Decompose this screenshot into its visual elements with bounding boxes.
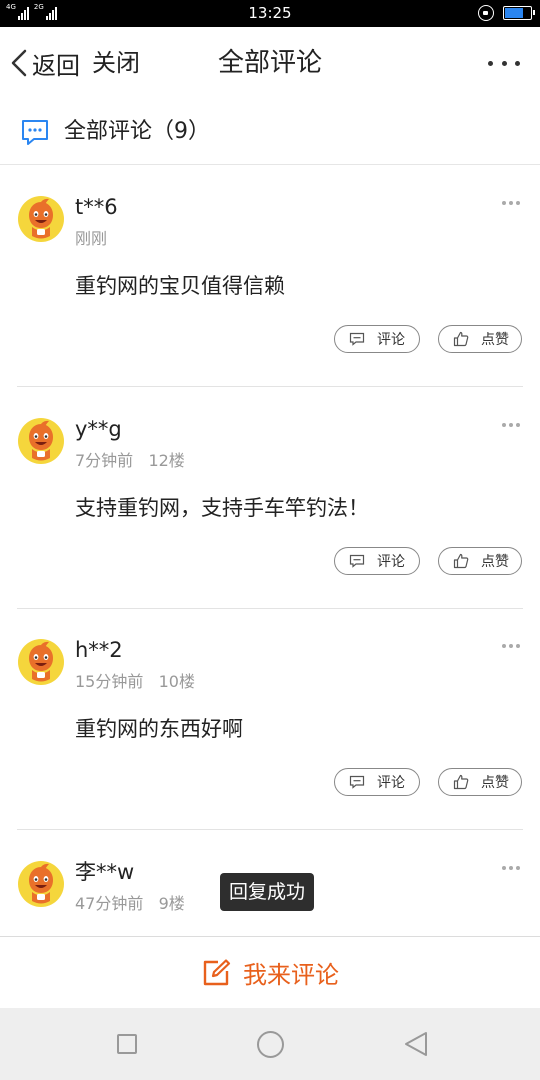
comment-icon bbox=[349, 775, 365, 789]
home-icon[interactable] bbox=[257, 1031, 284, 1058]
back-button[interactable]: 返回 bbox=[10, 47, 80, 80]
avatar[interactable] bbox=[18, 639, 64, 685]
comment-bubble-icon bbox=[22, 120, 48, 145]
write-comment-button[interactable]: 我来评论 bbox=[0, 936, 540, 1008]
comment-text: 重钓网的宝贝值得信赖 bbox=[75, 274, 285, 298]
like-button[interactable]: 点赞 bbox=[438, 325, 522, 353]
page-title: 全部评论 bbox=[217, 48, 322, 78]
reply-button[interactable]: 评论 bbox=[334, 325, 420, 353]
comment-username: y**g bbox=[75, 417, 122, 441]
toast-message: 回复成功 bbox=[220, 873, 315, 911]
comment-item: y**g 7分钟前 12楼 支持重钓网，支持手车竿钓法！ 评论 点赞 bbox=[0, 387, 540, 609]
comment-meta: 刚刚 bbox=[75, 229, 108, 248]
recent-apps-icon[interactable] bbox=[117, 1034, 137, 1054]
reply-label: 评论 bbox=[377, 332, 405, 348]
like-button[interactable]: 点赞 bbox=[438, 768, 522, 796]
system-nav-bar bbox=[0, 1008, 540, 1080]
like-label: 点赞 bbox=[481, 554, 509, 570]
section-title: 全部评论（9） bbox=[64, 119, 210, 144]
system-back-icon[interactable] bbox=[402, 1030, 430, 1058]
comment-text: 重钓网的东西好啊 bbox=[75, 717, 243, 741]
more-dots-icon bbox=[488, 60, 493, 66]
comment-item: t**6 刚刚 重钓网的宝贝值得信赖 评论 点赞 bbox=[0, 165, 540, 387]
thumbs-up-icon bbox=[453, 774, 469, 790]
rotation-lock-icon bbox=[478, 5, 494, 21]
close-button[interactable]: 关闭 bbox=[92, 47, 140, 79]
like-label: 点赞 bbox=[481, 332, 509, 348]
reply-label: 评论 bbox=[377, 775, 405, 791]
comment-more-button[interactable] bbox=[502, 864, 520, 872]
comment-username: h**2 bbox=[75, 638, 123, 662]
comment-meta: 47分钟前 9楼 bbox=[75, 894, 185, 913]
avatar[interactable] bbox=[18, 418, 64, 464]
section-header: 全部评论（9） bbox=[0, 99, 540, 165]
edit-icon bbox=[203, 958, 231, 985]
reply-button[interactable]: 评论 bbox=[334, 768, 420, 796]
comment-username: t**6 bbox=[75, 195, 118, 219]
reply-label: 评论 bbox=[377, 554, 405, 570]
status-bar: 4G 2G 13:25 bbox=[0, 0, 540, 27]
reply-button[interactable]: 评论 bbox=[334, 547, 420, 575]
comment-item: h**2 15分钟前 10楼 重钓网的东西好啊 评论 点赞 bbox=[0, 608, 540, 830]
more-menu-button[interactable] bbox=[488, 51, 520, 75]
comment-meta: 7分钟前 12楼 bbox=[75, 451, 185, 470]
comment-more-button[interactable] bbox=[502, 642, 520, 650]
battery-icon bbox=[503, 6, 535, 20]
comment-more-button[interactable] bbox=[502, 199, 520, 207]
thumbs-up-icon bbox=[453, 331, 469, 347]
avatar[interactable] bbox=[18, 196, 64, 242]
comment-more-button[interactable] bbox=[502, 421, 520, 429]
like-button[interactable]: 点赞 bbox=[438, 547, 522, 575]
like-label: 点赞 bbox=[481, 775, 509, 791]
chevron-left-icon bbox=[11, 49, 27, 77]
avatar[interactable] bbox=[18, 861, 64, 907]
nav-bar: 返回 关闭 全部评论 bbox=[0, 27, 540, 99]
write-comment-label: 我来评论 bbox=[243, 961, 339, 989]
comment-icon bbox=[349, 332, 365, 346]
comment-icon bbox=[349, 554, 365, 568]
comment-meta: 15分钟前 10楼 bbox=[75, 672, 195, 691]
status-time: 13:25 bbox=[248, 4, 292, 22]
comment-username: 李**w bbox=[75, 860, 135, 884]
thumbs-up-icon bbox=[453, 553, 469, 569]
back-label: 返回 bbox=[32, 51, 80, 80]
comment-text: 支持重钓网，支持手车竿钓法！ bbox=[75, 496, 369, 520]
